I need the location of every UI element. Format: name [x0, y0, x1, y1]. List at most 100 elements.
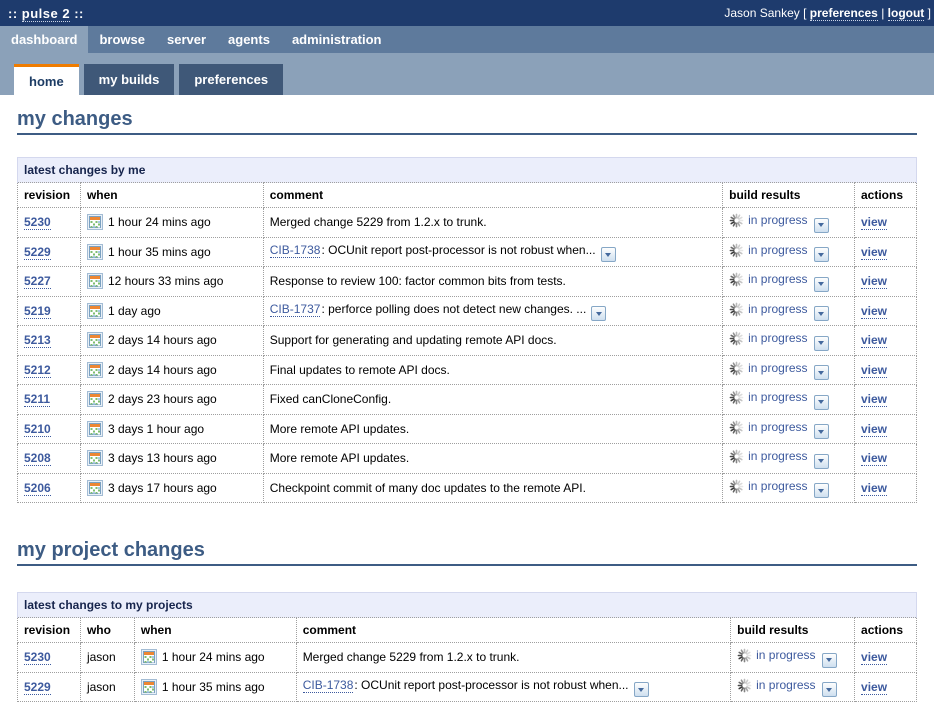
view-link[interactable]: view — [861, 481, 887, 496]
when-text: 2 days 23 hours ago — [108, 392, 217, 406]
revision-link[interactable]: 5230 — [24, 215, 51, 230]
view-link[interactable]: view — [861, 451, 887, 466]
nav-item-server[interactable]: server — [156, 26, 217, 53]
build-results-dropdown-button[interactable] — [822, 653, 837, 668]
tab-my-builds[interactable]: my builds — [84, 64, 175, 95]
logout-link[interactable]: logout — [888, 6, 925, 21]
in-progress-spinner-icon — [737, 678, 752, 693]
revision-link[interactable]: 5208 — [24, 451, 51, 466]
build-status-text: in progress — [748, 272, 807, 286]
in-progress-spinner-icon — [729, 272, 744, 287]
issue-link[interactable]: CIB-1738 — [303, 678, 354, 693]
build-results-dropdown-button[interactable] — [814, 277, 829, 292]
calendar-icon — [141, 649, 157, 665]
revision-link[interactable]: 5213 — [24, 333, 51, 348]
comment-text: : OCUnit report post-processor is not ro… — [354, 678, 628, 692]
build-results-dropdown-button[interactable] — [814, 483, 829, 498]
build-status-text: in progress — [748, 302, 807, 316]
nav-item-agents[interactable]: agents — [217, 26, 281, 53]
view-link[interactable]: view — [861, 363, 887, 378]
view-link[interactable]: view — [861, 333, 887, 348]
tab-preferences[interactable]: preferences — [179, 64, 283, 95]
column-header-row: revisionwhowhencommentbuild resultsactio… — [18, 618, 917, 643]
in-progress-spinner-icon — [737, 648, 752, 663]
comment-text: Support for generating and updating remo… — [270, 333, 557, 347]
in-progress-spinner-icon — [729, 390, 744, 405]
view-link[interactable]: view — [861, 245, 887, 260]
comment-text: Final updates to remote API docs. — [270, 363, 450, 377]
calendar-icon — [87, 332, 103, 348]
column-header-when: when — [80, 183, 263, 208]
build-results-dropdown-button[interactable] — [814, 218, 829, 233]
chevron-down-icon — [826, 688, 832, 692]
pulse-home-link[interactable]: pulse 2 — [22, 6, 70, 22]
who-cell: jason — [80, 672, 134, 702]
revision-link[interactable]: 5210 — [24, 422, 51, 437]
calendar-icon — [87, 480, 103, 496]
revision-link[interactable]: 5206 — [24, 481, 51, 496]
separator-pipe: | — [881, 6, 884, 20]
table-row: 5227 12 hours 33 mins agoResponse to rev… — [18, 267, 917, 297]
when-text: 12 hours 33 mins ago — [108, 274, 223, 288]
comment-text: More remote API updates. — [270, 422, 409, 436]
calendar-icon — [87, 421, 103, 437]
view-link[interactable]: view — [861, 680, 887, 695]
build-results-dropdown-button[interactable] — [814, 365, 829, 380]
calendar-icon — [87, 391, 103, 407]
view-link[interactable]: view — [861, 215, 887, 230]
when-text: 1 hour 24 mins ago — [162, 650, 265, 664]
chevron-down-icon — [826, 658, 832, 662]
in-progress-spinner-icon — [729, 213, 744, 228]
calendar-icon — [87, 214, 103, 230]
logo-suffix: :: — [74, 6, 84, 21]
tab-home[interactable]: home — [14, 64, 79, 95]
revision-link[interactable]: 5229 — [24, 680, 51, 695]
build-results-dropdown-button[interactable] — [814, 247, 829, 262]
comment-expand-button[interactable] — [634, 682, 649, 697]
view-link[interactable]: view — [861, 422, 887, 437]
build-results-dropdown-button[interactable] — [814, 424, 829, 439]
build-results-dropdown-button[interactable] — [814, 336, 829, 351]
when-text: 1 hour 24 mins ago — [108, 215, 211, 229]
view-link[interactable]: view — [861, 274, 887, 289]
view-link[interactable]: view — [861, 392, 887, 407]
build-results-dropdown-button[interactable] — [814, 454, 829, 469]
chevron-down-icon — [818, 341, 824, 345]
calendar-icon — [87, 362, 103, 378]
chevron-down-icon — [818, 282, 824, 286]
comment-expand-button[interactable] — [601, 247, 616, 262]
build-results-dropdown-button[interactable] — [814, 395, 829, 410]
revision-link[interactable]: 5230 — [24, 650, 51, 665]
chevron-down-icon — [818, 371, 824, 375]
nav-item-browse[interactable]: browse — [88, 26, 156, 53]
build-results-dropdown-button[interactable] — [814, 306, 829, 321]
build-results-dropdown-button[interactable] — [822, 682, 837, 697]
in-progress-spinner-icon — [729, 479, 744, 494]
revision-link[interactable]: 5211 — [24, 392, 50, 407]
nav-item-dashboard[interactable]: dashboard — [0, 26, 88, 53]
issue-link[interactable]: CIB-1737 — [270, 302, 321, 317]
nav-item-administration[interactable]: administration — [281, 26, 393, 53]
table-caption: latest changes to my projects — [24, 598, 193, 612]
in-progress-spinner-icon — [729, 449, 744, 464]
comment-text: Merged change 5229 from 1.2.x to trunk. — [270, 215, 487, 229]
table-row: 5206 3 days 17 hours agoCheckpoint commi… — [18, 473, 917, 503]
issue-link[interactable]: CIB-1738 — [270, 243, 321, 258]
build-status-text: in progress — [748, 243, 807, 257]
calendar-icon — [141, 679, 157, 695]
my-changes-table: latest changes by me revisionwhencomment… — [17, 157, 917, 503]
chevron-down-icon — [818, 489, 824, 493]
when-text: 1 day ago — [108, 304, 161, 318]
comment-expand-button[interactable] — [591, 306, 606, 321]
revision-link[interactable]: 5219 — [24, 304, 51, 319]
view-link[interactable]: view — [861, 650, 887, 665]
preferences-link[interactable]: preferences — [810, 6, 878, 21]
revision-link[interactable]: 5229 — [24, 245, 51, 260]
revision-link[interactable]: 5227 — [24, 274, 51, 289]
table-row: 5212 2 days 14 hours agoFinal updates to… — [18, 355, 917, 385]
build-status-text: in progress — [748, 213, 807, 227]
view-link[interactable]: view — [861, 304, 887, 319]
chevron-down-icon — [818, 400, 824, 404]
revision-link[interactable]: 5212 — [24, 363, 51, 378]
my-project-changes-table: latest changes to my projects revisionwh… — [17, 592, 917, 702]
